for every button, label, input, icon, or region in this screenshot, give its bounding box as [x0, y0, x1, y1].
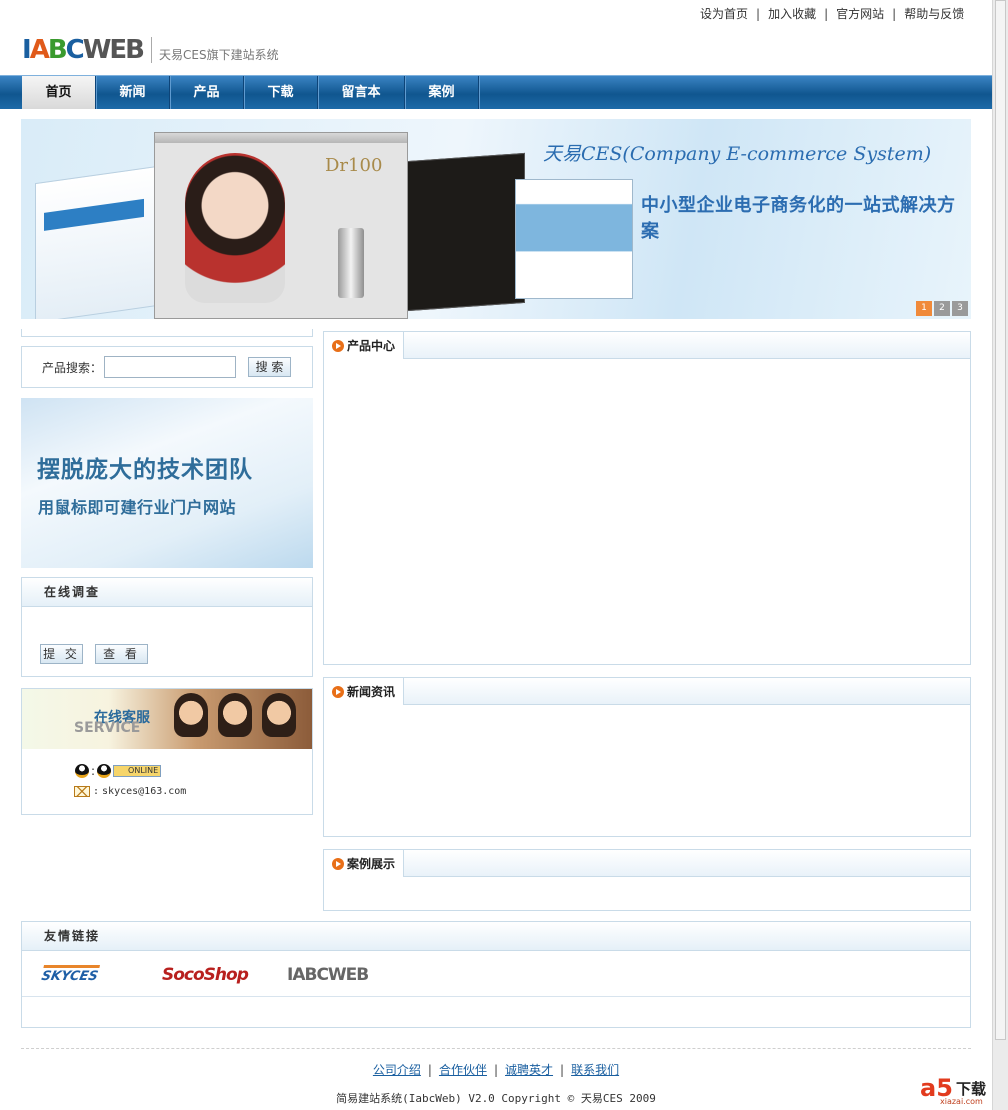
banner-screenshot-4	[515, 179, 633, 299]
service-image: 在线客服 SERVICE	[22, 689, 312, 749]
news-panel: 新闻资讯	[323, 677, 971, 837]
friend-links-panel: 友情链接 SKYCES SocoShop IABCWEB	[21, 921, 971, 1028]
nav-item-products[interactable]: 产品	[170, 76, 244, 109]
agent-avatar-3	[262, 693, 296, 737]
product-search-panel: 产品搜索： 搜 索	[21, 346, 313, 388]
banner-headline: 天易CES(Company E-commerce System)	[543, 143, 932, 165]
watermark-logo: a5 下载 xiazai.com	[920, 1074, 994, 1108]
top-links: 设为首页 | 加入收藏 | 官方网站 | 帮助与反馈	[700, 7, 965, 21]
watermark-text: 下载	[956, 1080, 987, 1098]
friend-links-title: 友情链接	[22, 922, 970, 951]
help-feedback-link[interactable]: 帮助与反馈	[904, 7, 964, 21]
copyright-text: 简易建站系统(IabcWeb) V2.0 Copyright © 天易CES 2…	[336, 1092, 656, 1105]
agent-avatar-2	[218, 693, 252, 737]
footer-link-partners[interactable]: 合作伙伴	[439, 1063, 487, 1077]
footer-link-about[interactable]: 公司介绍	[373, 1063, 421, 1077]
footer-link-contact[interactable]: 联系我们	[571, 1063, 619, 1077]
banner-model-image	[185, 153, 285, 303]
banner-subline: 中小型企业电子商务化的一站式解决方案	[641, 195, 956, 242]
nav-item-news[interactable]: 新闻	[96, 76, 170, 109]
agent-avatar-1	[174, 693, 208, 737]
tab-news[interactable]: 新闻资讯	[324, 678, 405, 705]
arrow-right-icon	[332, 857, 344, 870]
qq-icon	[75, 764, 89, 778]
logo-divider	[151, 37, 152, 63]
banner-bottle-image	[338, 228, 364, 298]
banner-pager: 1 2 3	[916, 301, 968, 316]
mail-icon	[74, 786, 90, 797]
add-favorite-link[interactable]: 加入收藏	[768, 7, 816, 21]
banner-screenshot-2: Dr100	[154, 132, 408, 319]
cases-panel: 案例展示	[323, 849, 971, 911]
vertical-scrollbar[interactable]	[992, 0, 1008, 1110]
survey-view-button[interactable]: 查 看	[95, 644, 148, 664]
survey-submit-button[interactable]: 提 交	[40, 644, 83, 664]
logo-tagline: 天易CES旗下建站系统	[159, 47, 279, 62]
tab-cases[interactable]: 案例展示	[324, 850, 405, 877]
official-site-link[interactable]: 官方网站	[836, 7, 884, 21]
banner-page-3[interactable]: 3	[952, 301, 968, 316]
banner-mock-brand: Dr100	[325, 155, 383, 176]
service-email[interactable]: skyces@163.com	[102, 786, 186, 797]
watermark-url: xiazai.com	[940, 1097, 983, 1106]
banner-screenshot-3	[407, 152, 525, 312]
nav-item-home[interactable]: 首页	[22, 76, 96, 109]
service-subtitle: SERVICE	[74, 720, 141, 736]
banner-screenshot-1	[35, 164, 165, 319]
scrollbar-thumb[interactable]	[995, 0, 1006, 1040]
set-homepage-link[interactable]: 设为首页	[700, 7, 748, 21]
customer-service-panel: 在线客服 SERVICE : ONLINE : skyces@163.com	[21, 688, 313, 815]
tab-products[interactable]: 产品中心	[324, 332, 405, 359]
skyces-logo[interactable]: SKYCES	[39, 965, 101, 984]
search-button[interactable]: 搜 索	[248, 357, 292, 377]
banner-page-2[interactable]: 2	[934, 301, 950, 316]
promo-line-1: 摆脱庞大的技术团队	[37, 457, 253, 483]
nav-item-download[interactable]: 下载	[244, 76, 318, 109]
news-title: 新闻资讯	[347, 685, 396, 699]
left-top-strip	[21, 329, 313, 337]
hero-banner[interactable]: Dr100 天易CES(Company E-commerce System) 中…	[21, 119, 971, 319]
nav-item-cases[interactable]: 案例	[405, 76, 479, 109]
products-title: 产品中心	[347, 339, 396, 353]
online-status-badge[interactable]: ONLINE	[113, 765, 162, 777]
cases-title: 案例展示	[347, 857, 396, 871]
arrow-right-icon	[332, 339, 344, 352]
footer-links: 公司介绍 | 合作伙伴 | 诚聘英才 | 联系我们	[372, 1063, 620, 1077]
qq-status-icon[interactable]	[97, 764, 112, 778]
site-logo[interactable]: IABCWEB 天易CES旗下建站系统	[22, 34, 279, 66]
logo-mark: IABCWEB	[22, 35, 145, 65]
survey-title: 在线调查	[22, 578, 312, 607]
main-nav: 首页 新闻 产品 下载 留言本 案例	[0, 75, 992, 109]
search-input[interactable]	[104, 356, 237, 378]
footer-divider	[21, 1048, 971, 1049]
arrow-right-icon	[332, 685, 344, 698]
promo-line-2: 用鼠标即可建行业门户网站	[38, 498, 237, 517]
footer-link-jobs[interactable]: 诚聘英才	[505, 1063, 553, 1077]
socoshop-logo[interactable]: SocoShop	[162, 965, 249, 985]
products-panel: 产品中心	[323, 331, 971, 665]
search-label: 产品搜索：	[42, 360, 103, 375]
survey-panel: 在线调查 提 交 查 看	[21, 577, 313, 677]
banner-page-1[interactable]: 1	[916, 301, 932, 316]
promo-banner[interactable]: 摆脱庞大的技术团队 用鼠标即可建行业门户网站	[21, 398, 313, 568]
nav-item-guestbook[interactable]: 留言本	[318, 76, 405, 109]
iabcweb-logo[interactable]: IABCWEB	[287, 965, 369, 985]
